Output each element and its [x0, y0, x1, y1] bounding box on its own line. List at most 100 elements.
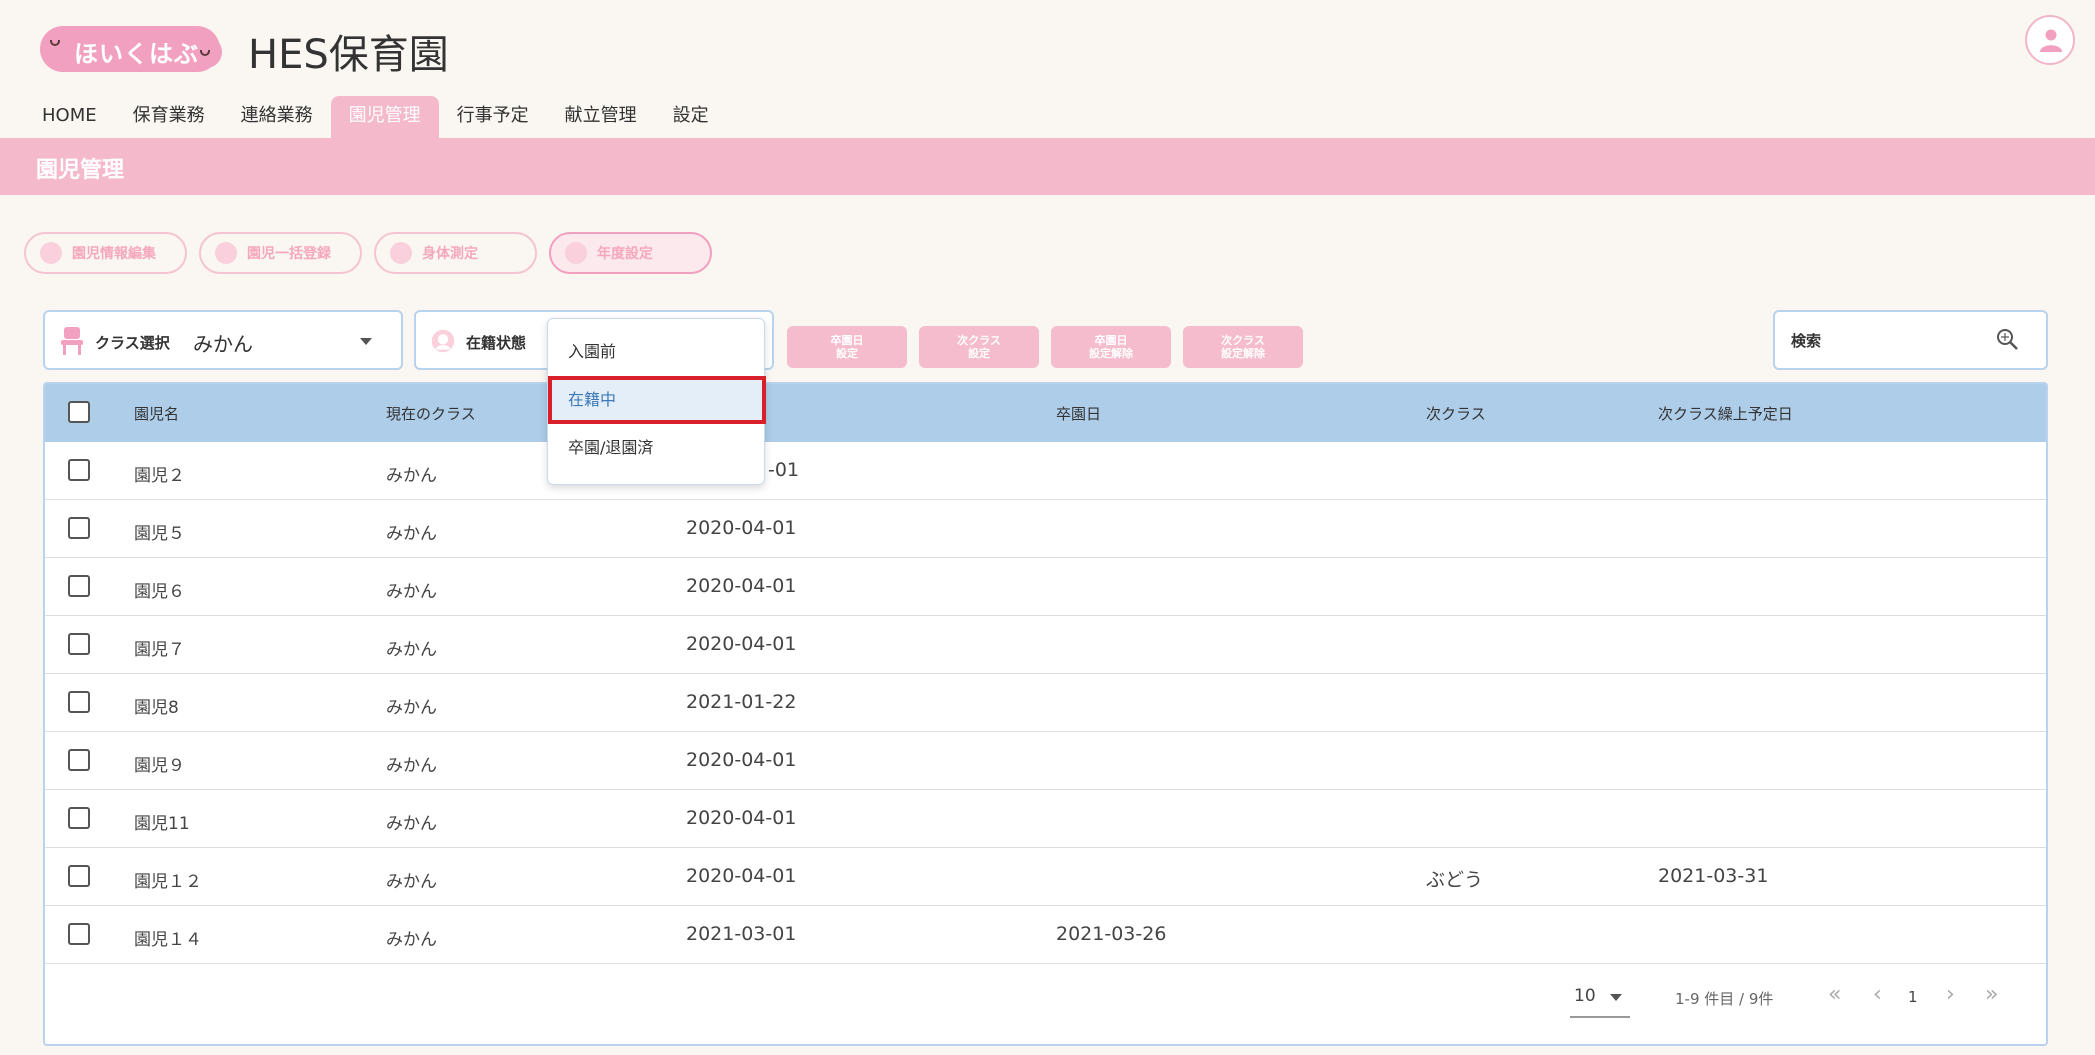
cell-date: 2020-04-01 — [686, 865, 797, 887]
cell-date: 2020-04-01 — [686, 517, 797, 539]
header-current-class[interactable]: 現在のクラス — [386, 403, 476, 424]
cell-name: 園児５ — [134, 524, 185, 544]
chair-icon — [61, 327, 83, 355]
cell-date: 2020-04-01 — [686, 633, 797, 655]
class-select-value: みかん — [193, 332, 253, 356]
app-logo[interactable]: ほいくはぶ — [40, 26, 222, 76]
status-dropdown-menu: 入園前 在籍中 卒園/退園済 — [547, 318, 766, 485]
status-option-enrolled[interactable]: 在籍中 — [548, 376, 766, 424]
nav-home[interactable]: HOME — [24, 96, 115, 138]
edit-child-info-label: 園児情報編集 — [72, 246, 156, 262]
child-face-icon — [431, 329, 455, 353]
cell-class: みかん — [386, 930, 437, 950]
row-checkbox[interactable] — [68, 923, 90, 945]
clear-graduation-label: 卒園日 — [1094, 334, 1128, 347]
cell-next-class: ぶどう — [1426, 869, 1484, 891]
header-next-class[interactable]: 次クラス — [1426, 403, 1486, 424]
cell-class: みかん — [386, 814, 437, 834]
table-row[interactable]: 園児６ みかん 2020-04-01 — [45, 558, 2046, 616]
user-account-button[interactable] — [2025, 15, 2075, 65]
children-table: 園児名 現在のクラス 卒園日 次クラス 次クラス繰上予定日 園児２ みかん -0… — [43, 382, 2048, 1046]
header-graduation[interactable]: 卒園日 — [1056, 403, 1101, 424]
cell-class: みかん — [386, 756, 437, 776]
cell-next-class-date: 2021-03-31 — [1658, 865, 1769, 887]
cell-date: 2020-04-01 — [686, 749, 797, 771]
cell-name: 園児６ — [134, 582, 185, 602]
page-banner: 園児管理 — [0, 138, 2095, 195]
set-next-class-label: 次クラス — [957, 334, 1001, 347]
nav-child-management[interactable]: 園児管理 — [330, 96, 439, 138]
row-checkbox[interactable] — [68, 517, 90, 539]
table-row[interactable]: 園児９ みかん 2020-04-01 — [45, 732, 2046, 790]
class-action-buttons: 卒園日 設定 次クラス 設定 卒園日 設定解除 次クラス 設定解除 — [787, 326, 1303, 368]
bulk-register-button[interactable]: 園児一括登録 — [199, 232, 362, 274]
table-row[interactable]: 園児１２ みかん 2020-04-01 ぶどう 2021-03-31 — [45, 848, 2046, 906]
current-page: 1 — [1908, 988, 1918, 1006]
main-nav: HOME 保育業務 連絡業務 園児管理 行事予定 献立管理 設定 — [24, 96, 727, 138]
table-row[interactable]: 園児１４ みかん 2021-03-01 2021-03-26 — [45, 906, 2046, 964]
body-measurement-label: 身体測定 — [422, 246, 478, 262]
clear-next-class-button[interactable]: 次クラス 設定解除 — [1183, 326, 1303, 368]
row-checkbox[interactable] — [68, 807, 90, 829]
row-checkbox[interactable] — [68, 749, 90, 771]
cell-name: 園児９ — [134, 756, 185, 776]
cell-date: 2020-04-01 — [686, 575, 797, 597]
row-checkbox[interactable] — [68, 865, 90, 887]
status-option-pre-enrollment[interactable]: 入園前 — [548, 328, 766, 376]
cell-name: 園児２ — [134, 466, 185, 486]
last-page-icon[interactable]: » — [1985, 982, 1998, 1007]
clear-graduation-button[interactable]: 卒園日 設定解除 — [1051, 326, 1171, 368]
cell-class: みかん — [386, 872, 437, 892]
cell-date: 2021-01-22 — [686, 691, 797, 713]
set-graduation-label: 卒園日 — [830, 334, 864, 347]
search-box — [1773, 310, 2048, 370]
row-checkbox[interactable] — [68, 459, 90, 481]
clear-next-class-label-2: 設定解除 — [1221, 347, 1265, 360]
table-row[interactable]: 園児２ みかん -01 — [45, 442, 2046, 500]
search-input[interactable] — [1791, 328, 1981, 354]
cell-name: 園児１２ — [134, 872, 202, 892]
cell-class: みかん — [386, 640, 437, 660]
nav-contact[interactable]: 連絡業務 — [223, 96, 331, 138]
first-page-icon[interactable]: « — [1828, 982, 1841, 1007]
chevron-down-icon — [1610, 994, 1622, 1001]
nav-settings[interactable]: 設定 — [655, 96, 727, 138]
star-icon — [565, 242, 587, 264]
table-row[interactable]: 園児11 みかん 2020-04-01 — [45, 790, 2046, 848]
nav-childcare[interactable]: 保育業務 — [115, 96, 223, 138]
nav-events[interactable]: 行事予定 — [439, 96, 547, 138]
header-name[interactable]: 園児名 — [134, 403, 179, 424]
chevron-down-icon — [360, 338, 372, 345]
fiscal-year-button[interactable]: 年度設定 — [549, 232, 712, 274]
edit-child-info-button[interactable]: 園児情報編集 — [24, 232, 187, 274]
set-graduation-button[interactable]: 卒園日 設定 — [787, 326, 907, 368]
header-next-class-date[interactable]: 次クラス繰上予定日 — [1658, 403, 1793, 424]
row-checkbox[interactable] — [68, 575, 90, 597]
clear-next-class-label: 次クラス — [1221, 334, 1265, 347]
table-footer: 10 1-9 件目 / 9件 « ‹ 1 › » — [45, 966, 2046, 1044]
rows-per-page-select[interactable]: 10 — [1570, 980, 1630, 1018]
cell-class: みかん — [386, 698, 437, 718]
class-select-label: クラス選択 — [95, 334, 170, 352]
set-next-class-button[interactable]: 次クラス 設定 — [919, 326, 1039, 368]
clear-graduation-label-2: 設定解除 — [1089, 347, 1133, 360]
cell-name: 園児8 — [134, 698, 179, 718]
table-row[interactable]: 園児５ みかん 2020-04-01 — [45, 500, 2046, 558]
search-icon[interactable] — [1995, 327, 2019, 351]
status-select-label: 在籍状態 — [466, 334, 527, 352]
class-select[interactable]: クラス選択 みかん — [43, 310, 403, 370]
nav-menu-management[interactable]: 献立管理 — [547, 96, 655, 138]
body-measurement-button[interactable]: 身体測定 — [374, 232, 537, 274]
row-checkbox[interactable] — [68, 691, 90, 713]
table-row[interactable]: 園児8 みかん 2021-01-22 — [45, 674, 2046, 732]
cell-name: 園児７ — [134, 640, 185, 660]
prev-page-icon[interactable]: ‹ — [1873, 982, 1882, 1007]
row-checkbox[interactable] — [68, 633, 90, 655]
bulk-register-label: 園児一括登録 — [247, 246, 331, 262]
cell-name: 園児１４ — [134, 930, 202, 950]
next-page-icon[interactable]: › — [1946, 982, 1955, 1007]
status-option-graduated[interactable]: 卒園/退園済 — [548, 424, 766, 472]
table-row[interactable]: 園児７ みかん 2020-04-01 — [45, 616, 2046, 674]
user-icon — [2040, 29, 2062, 52]
select-all-checkbox[interactable] — [68, 401, 90, 423]
